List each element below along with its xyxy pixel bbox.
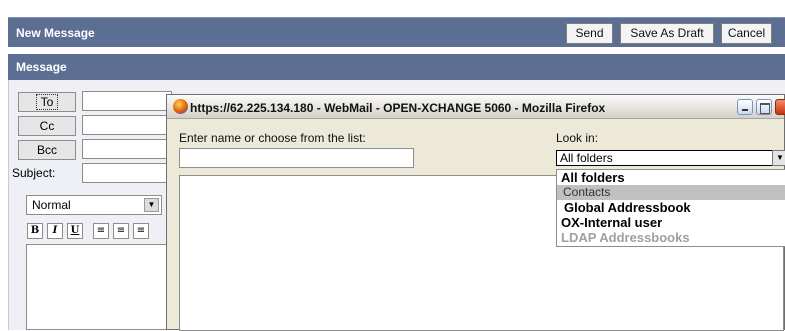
top-strip — [0, 0, 785, 14]
subject-field[interactable] — [82, 163, 172, 183]
firefox-icon — [173, 99, 188, 114]
popup-titlebar: https://62.225.134.180 - WebMail - OPEN-… — [167, 95, 785, 119]
look-in-label: Look in: — [556, 131, 599, 145]
look-in-select[interactable]: All folders ▼ — [556, 150, 785, 166]
to-field[interactable] — [82, 91, 172, 111]
align-left-icon[interactable]: ≡ — [93, 223, 109, 239]
option-contacts[interactable]: Contacts — [557, 185, 785, 200]
look-in-dropdown-list: All folders Contacts Global Addressbook … — [556, 169, 785, 247]
address-book-popup: https://62.225.134.180 - WebMail - OPEN-… — [166, 94, 785, 331]
bcc-button[interactable]: Bcc — [18, 140, 76, 160]
popup-title: https://62.225.134.180 - WebMail - OPEN-… — [190, 101, 606, 115]
message-section-bar: Message — [8, 54, 785, 80]
message-body-editor[interactable] — [26, 244, 171, 330]
name-search-input[interactable] — [179, 148, 414, 168]
close-icon[interactable] — [775, 99, 785, 115]
to-button[interactable]: To — [18, 92, 76, 112]
compose-header: New Message Send Save As Draft Cancel — [8, 17, 785, 47]
format-select[interactable]: Normal ▼ — [26, 195, 162, 215]
option-ox-internal-user[interactable]: OX-Internal user — [557, 215, 785, 230]
to-label: To — [35, 94, 59, 110]
chevron-down-icon: ▼ — [772, 150, 785, 166]
align-center-icon[interactable]: ≡ — [113, 223, 129, 239]
underline-button[interactable]: U — [67, 223, 83, 239]
look-in-selected-value: All folders — [560, 151, 613, 165]
format-selected-value: Normal — [32, 198, 71, 212]
chevron-down-icon: ▼ — [144, 198, 159, 212]
minimize-icon[interactable] — [737, 99, 753, 115]
send-button[interactable]: Send — [566, 23, 613, 44]
save-as-draft-button[interactable]: Save As Draft — [620, 23, 714, 44]
option-all-folders[interactable]: All folders — [557, 170, 785, 185]
cc-field[interactable] — [82, 115, 172, 135]
maximize-icon[interactable] — [756, 99, 772, 115]
cc-button[interactable]: Cc — [18, 116, 76, 136]
italic-button[interactable]: I — [47, 223, 63, 239]
name-search-label: Enter name or choose from the list: — [179, 131, 366, 145]
align-right-icon[interactable]: ≡ — [133, 223, 149, 239]
compose-title: New Message — [16, 26, 95, 40]
bcc-field[interactable] — [82, 139, 172, 159]
cancel-button[interactable]: Cancel — [721, 23, 772, 44]
subject-label: Subject: — [12, 166, 56, 180]
message-section-title: Message — [16, 60, 67, 74]
option-ldap-addressbooks: LDAP Addressbooks — [561, 230, 690, 245]
bold-button[interactable]: B — [27, 223, 43, 239]
option-global-addressbook[interactable]: Global Addressbook — [557, 200, 785, 215]
